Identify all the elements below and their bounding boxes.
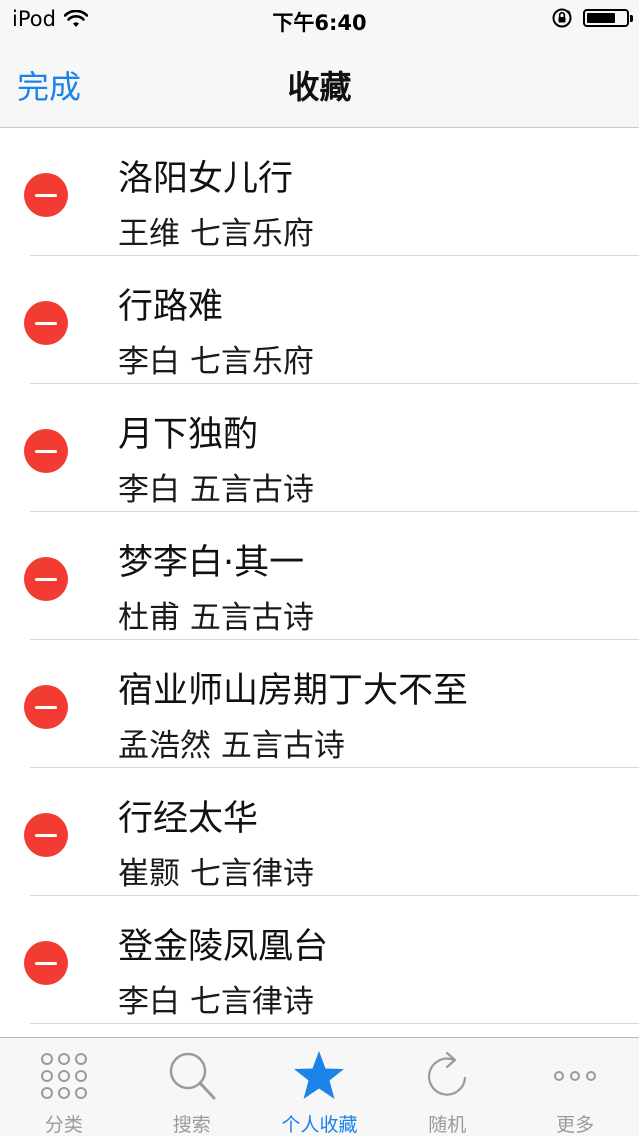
tab-label: 个人收藏 (281, 1114, 358, 1136)
list-item[interactable]: 登金陵凤凰台 李白 七言律诗 (0, 896, 639, 1024)
poem-title: 行经太华 (118, 799, 259, 839)
poem-title: 梦李白·其一 (118, 543, 305, 583)
more-icon (554, 1071, 597, 1081)
status-right (551, 7, 633, 29)
poem-subtitle: 孟浩然 五言古诗 (118, 728, 345, 764)
list-item[interactable]: 月下独酌 李白 五言古诗 (0, 384, 639, 512)
poem-title: 宿业师山房期丁大不至 (118, 671, 469, 711)
refresh-icon (428, 1051, 467, 1096)
list-item[interactable]: 梦李白·其一 杜甫 五言古诗 (0, 512, 639, 640)
delete-icon[interactable] (24, 941, 68, 985)
delete-icon[interactable] (24, 557, 68, 601)
poem-subtitle: 李白 五言古诗 (118, 472, 314, 508)
tab-categories[interactable]: 分类 (0, 1038, 128, 1137)
poem-subtitle: 杜甫 五言古诗 (118, 600, 314, 636)
search-icon (169, 1052, 216, 1100)
tab-label: 更多 (556, 1114, 595, 1136)
delete-icon[interactable] (24, 429, 68, 473)
status-time: 下午6:40 (272, 11, 367, 35)
battery-icon (583, 9, 633, 27)
poem-title: 行路难 (118, 287, 224, 327)
tab-favorites[interactable]: 个人收藏 (256, 1038, 384, 1137)
battery-nub (630, 15, 633, 22)
star-icon (294, 1051, 345, 1099)
poem-subtitle: 王维 七言乐府 (118, 216, 314, 252)
poem-title: 月下独酌 (118, 415, 259, 455)
favorites-list: 洛阳女儿行 王维 七言乐府 行路难 李白 七言乐府 月下独酌 李白 五言古诗 梦… (0, 128, 639, 1024)
page-title: 收藏 (287, 68, 352, 106)
tab-bar: 分类 搜索 个人收藏 随机 更多 (0, 1037, 639, 1136)
grid-dots-icon (40, 1053, 87, 1099)
poem-title: 登金陵凤凰台 (118, 927, 329, 967)
tab-label: 随机 (428, 1114, 467, 1136)
list-item[interactable]: 宿业师山房期丁大不至 孟浩然 五言古诗 (0, 640, 639, 768)
delete-icon[interactable] (24, 685, 68, 729)
list-item[interactable]: 行路难 李白 七言乐府 (0, 256, 639, 384)
tab-label: 搜索 (172, 1114, 211, 1136)
poem-subtitle: 李白 七言乐府 (118, 344, 314, 380)
battery-fill (587, 13, 615, 23)
tab-random[interactable]: 随机 (383, 1038, 511, 1137)
rotation-lock-icon (552, 8, 572, 28)
navigation-bar: 完成 收藏 (0, 40, 639, 128)
delete-icon[interactable] (24, 813, 68, 857)
tab-search[interactable]: 搜索 (128, 1038, 256, 1137)
delete-icon[interactable] (24, 301, 68, 345)
poem-subtitle: 李白 七言律诗 (118, 984, 314, 1020)
delete-icon[interactable] (24, 173, 68, 217)
poem-subtitle: 崔颢 七言律诗 (118, 856, 314, 892)
list-item[interactable]: 行经太华 崔颢 七言律诗 (0, 768, 639, 896)
tab-label: 分类 (44, 1114, 83, 1136)
poem-title: 洛阳女儿行 (118, 159, 294, 199)
status-bar: iPod 下午6:40 (0, 0, 639, 40)
tab-more[interactable]: 更多 (511, 1038, 639, 1137)
list-item[interactable]: 洛阳女儿行 王维 七言乐府 (0, 128, 639, 256)
